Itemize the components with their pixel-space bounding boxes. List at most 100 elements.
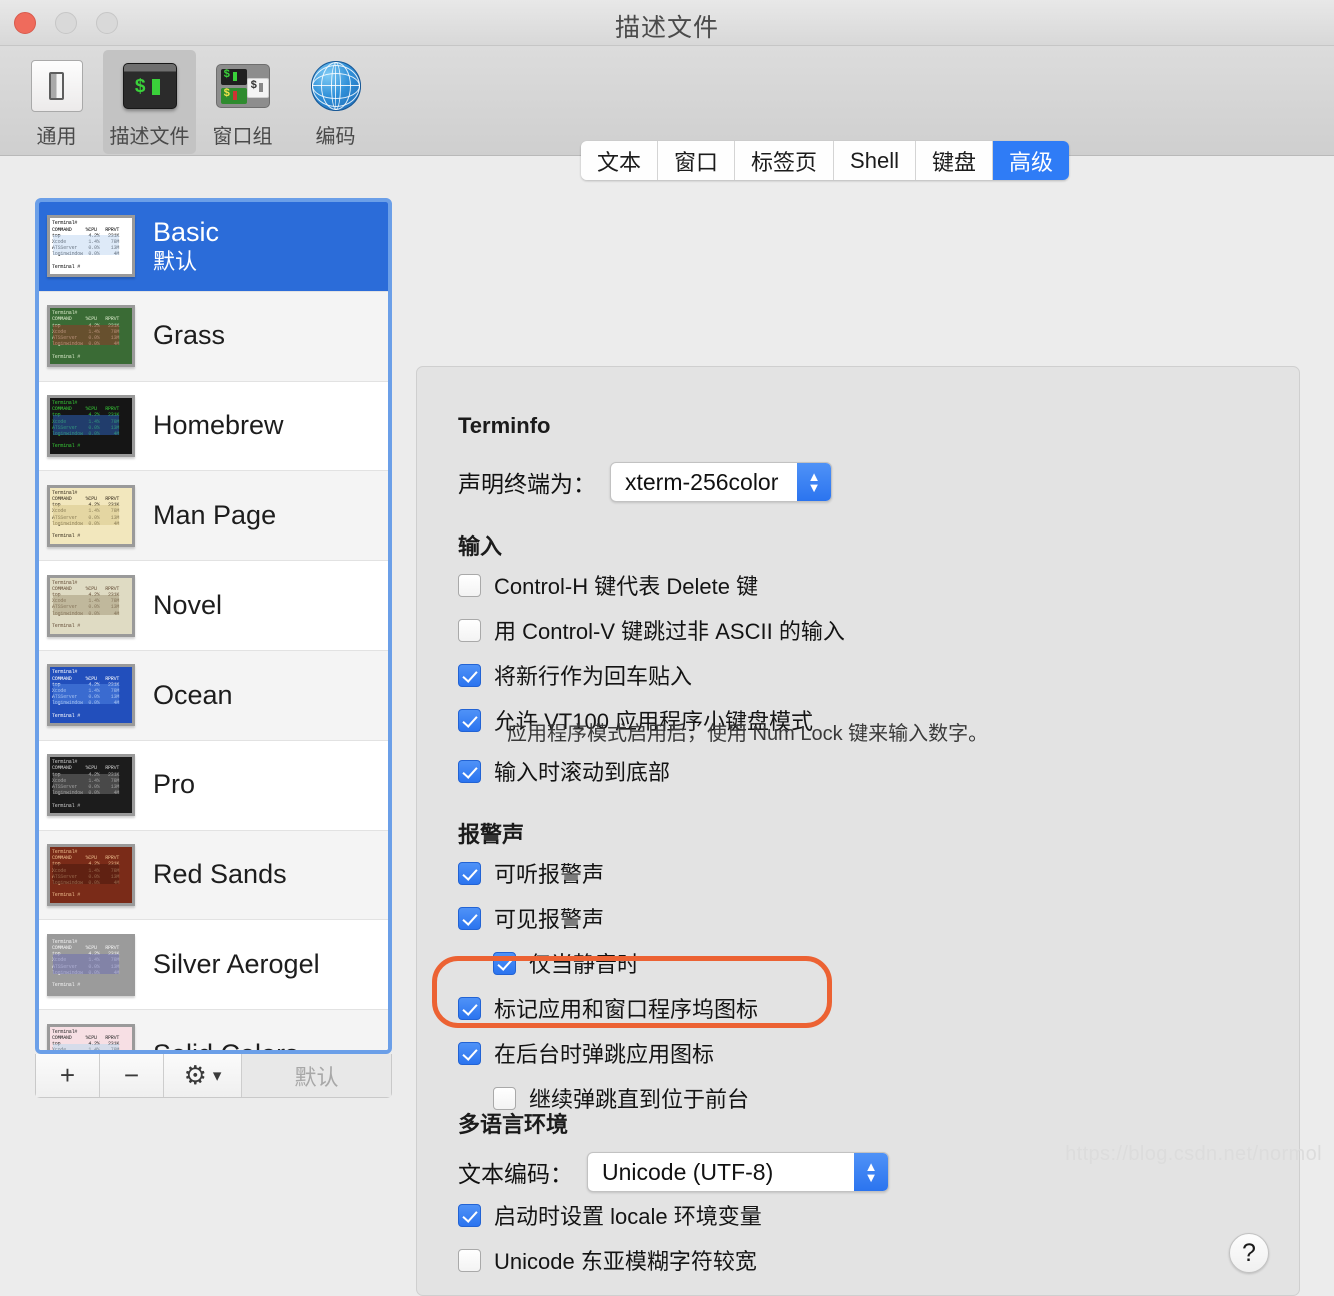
profile-row[interactable]: Terminal# COMMAND %CPU RPRVT top 4.2% 23… xyxy=(39,651,388,741)
checkbox-unchecked-icon[interactable] xyxy=(458,574,481,597)
profile-name: Ocean xyxy=(153,681,233,711)
stepper-arrows-icon: ▲▼ xyxy=(797,463,831,501)
multilingual-options: 启动时设置 locale 环境变量 Unicode 东亚模糊字符较宽 xyxy=(458,1199,762,1289)
profile-thumbnail-highlight xyxy=(53,235,119,255)
preferences-body: Terminal# COMMAND %CPU RPRVT top 4.2% 23… xyxy=(0,156,1334,1150)
checkbox-label: 启动时设置 locale 环境变量 xyxy=(494,1199,762,1231)
declare-terminal-label: 声明终端为： xyxy=(458,465,596,499)
tab-键盘[interactable]: 键盘 xyxy=(916,141,993,180)
remove-profile-button[interactable]: − xyxy=(100,1054,164,1097)
checkbox-row[interactable]: 在后台时弹跳应用图标 xyxy=(458,1037,758,1069)
globe-icon xyxy=(308,58,364,114)
tab-标签页[interactable]: 标签页 xyxy=(735,141,834,180)
settings-tabbar: 文本窗口标签页Shell键盘高级 xyxy=(581,141,1069,180)
profile-name: Basic默认 xyxy=(153,218,219,274)
profile-row[interactable]: Terminal# COMMAND %CPU RPRVT top 4.2% 23… xyxy=(39,471,388,561)
profile-name: Man Page xyxy=(153,501,276,531)
profile-name: Red Sands xyxy=(153,860,287,890)
watermark: https://blog.csdn.net/normol xyxy=(1065,1143,1322,1166)
checkbox-row[interactable]: 仅当静音时 xyxy=(493,947,758,979)
profile-list-panel: Terminal# COMMAND %CPU RPRVT top 4.2% 23… xyxy=(35,198,392,1098)
tab-窗口[interactable]: 窗口 xyxy=(658,141,735,180)
text-encoding-value: Unicode (UTF-8) xyxy=(602,1159,773,1186)
checkbox-unchecked-icon[interactable] xyxy=(458,1249,481,1272)
declare-terminal-select[interactable]: xterm-256color ▲▼ xyxy=(610,462,832,502)
add-profile-button[interactable]: + xyxy=(36,1054,100,1097)
profile-name: Homebrew xyxy=(153,411,284,441)
checkbox-label: 输入时滚动到底部 xyxy=(494,755,670,787)
profile-thumbnail-highlight xyxy=(53,595,119,615)
profile-row[interactable]: Terminal# COMMAND %CPU RPRVT top 4.2% 23… xyxy=(39,292,388,382)
terminfo-section-title: Terminfo xyxy=(458,413,550,439)
toolbar-item-window-groups[interactable]: 窗口组 xyxy=(196,50,289,154)
checkbox-row[interactable]: 可见报警声 xyxy=(458,902,758,934)
checkbox-label: 将新行作为回车贴入 xyxy=(494,659,692,691)
stepper-arrows-icon: ▲▼ xyxy=(854,1153,888,1191)
checkbox-checked-icon[interactable] xyxy=(458,907,481,930)
text-encoding-select[interactable]: Unicode (UTF-8) ▲▼ xyxy=(587,1152,889,1192)
profile-thumbnail: Terminal# COMMAND %CPU RPRVT top 4.2% 23… xyxy=(47,215,135,277)
checkbox-row[interactable]: Unicode 东亚模糊字符较宽 xyxy=(458,1244,762,1276)
window-group-icon xyxy=(215,58,271,114)
gear-icon: ⚙ xyxy=(184,1060,207,1091)
alert-section-title: 报警声 xyxy=(458,817,524,849)
profile-thumbnail-highlight xyxy=(53,1044,119,1055)
profile-row[interactable]: Terminal# COMMAND %CPU RPRVT top 4.2% 23… xyxy=(39,1010,388,1054)
checkbox-label: 标记应用和窗口程序坞图标 xyxy=(494,992,758,1024)
preferences-window: 描述文件 通用 $ 描述文件 xyxy=(0,0,1334,1150)
checkbox-row[interactable]: 用 Control-V 键跳过非 ASCII 的输入 xyxy=(458,614,845,646)
declare-terminal-value: xterm-256color xyxy=(625,469,778,496)
checkbox-label: Unicode 东亚模糊字符较宽 xyxy=(494,1244,757,1276)
checkbox-checked-icon[interactable] xyxy=(458,1204,481,1227)
profile-thumbnail-highlight xyxy=(53,415,119,435)
toolbar-item-general[interactable]: 通用 xyxy=(10,50,103,154)
checkbox-row[interactable]: 输入时滚动到底部 xyxy=(458,755,670,787)
checkbox-row[interactable]: Control-H 键代表 Delete 键 xyxy=(458,569,845,601)
profile-thumbnail: Terminal# COMMAND %CPU RPRVT top 4.2% 23… xyxy=(47,934,135,996)
checkbox-checked-icon[interactable] xyxy=(458,709,481,732)
checkbox-checked-icon[interactable] xyxy=(458,1042,481,1065)
profile-row[interactable]: Terminal# COMMAND %CPU RPRVT top 4.2% 23… xyxy=(39,741,388,831)
profile-name: Solid Colors xyxy=(153,1040,299,1055)
checkbox-row[interactable]: 标记应用和窗口程序坞图标 xyxy=(458,992,758,1024)
help-button[interactable]: ? xyxy=(1229,1233,1269,1273)
tab-文本[interactable]: 文本 xyxy=(581,141,658,180)
checkbox-checked-icon[interactable] xyxy=(493,952,516,975)
checkbox-checked-icon[interactable] xyxy=(458,862,481,885)
checkbox-unchecked-icon[interactable] xyxy=(458,619,481,642)
checkbox-checked-icon[interactable] xyxy=(458,664,481,687)
profile-thumbnail-highlight xyxy=(53,774,119,794)
profile-row[interactable]: Terminal# COMMAND %CPU RPRVT top 4.2% 23… xyxy=(39,561,388,651)
profile-row[interactable]: Terminal# COMMAND %CPU RPRVT top 4.2% 23… xyxy=(39,382,388,472)
checkbox-label: Control-H 键代表 Delete 键 xyxy=(494,569,758,601)
checkbox-checked-icon[interactable] xyxy=(458,997,481,1020)
checkbox-checked-icon[interactable] xyxy=(458,760,481,783)
checkbox-row[interactable]: 将新行作为回车贴入 xyxy=(458,659,845,691)
toolbar-label-profiles: 描述文件 xyxy=(110,120,190,149)
input-section-title: 输入 xyxy=(458,529,502,561)
profile-row[interactable]: Terminal# COMMAND %CPU RPRVT top 4.2% 23… xyxy=(39,831,388,921)
preferences-toolbar: 通用 $ 描述文件 窗口组 xyxy=(0,46,1334,156)
input-keypad-note: 应用程序模式启用后，使用 Num Lock 键来输入数字。 xyxy=(507,717,988,746)
set-default-button[interactable]: 默认 xyxy=(242,1054,391,1097)
profile-list[interactable]: Terminal# COMMAND %CPU RPRVT top 4.2% 23… xyxy=(35,198,392,1054)
profile-row[interactable]: Terminal# COMMAND %CPU RPRVT top 4.2% 23… xyxy=(39,202,388,292)
toolbar-item-encodings[interactable]: 编码 xyxy=(289,50,382,154)
profile-thumbnail-highlight xyxy=(53,325,119,345)
window-title: 描述文件 xyxy=(0,8,1334,44)
profile-list-toolbar: + − ⚙ ▾ 默认 xyxy=(35,1054,392,1098)
profile-thumbnail: Terminal# COMMAND %CPU RPRVT top 4.2% 23… xyxy=(47,485,135,547)
checkbox-row[interactable]: 可听报警声 xyxy=(458,857,758,889)
profile-row[interactable]: Terminal# COMMAND %CPU RPRVT top 4.2% 23… xyxy=(39,920,388,1010)
tab-高级[interactable]: 高级 xyxy=(993,141,1069,180)
checkbox-row[interactable]: 启动时设置 locale 环境变量 xyxy=(458,1199,762,1231)
profile-thumbnail: Terminal# COMMAND %CPU RPRVT top 4.2% 23… xyxy=(47,395,135,457)
toolbar-label-encodings: 编码 xyxy=(316,120,356,149)
tab-Shell[interactable]: Shell xyxy=(834,141,916,180)
profile-actions-button[interactable]: ⚙ ▾ xyxy=(164,1054,242,1097)
profile-thumbnail: Terminal# COMMAND %CPU RPRVT top 4.2% 23… xyxy=(47,575,135,637)
toolbar-item-profiles[interactable]: $ 描述文件 xyxy=(103,50,196,154)
toolbar-label-general: 通用 xyxy=(37,120,77,149)
profile-thumbnail: Terminal# COMMAND %CPU RPRVT top 4.2% 23… xyxy=(47,844,135,906)
checkbox-label: 可见报警声 xyxy=(494,902,604,934)
